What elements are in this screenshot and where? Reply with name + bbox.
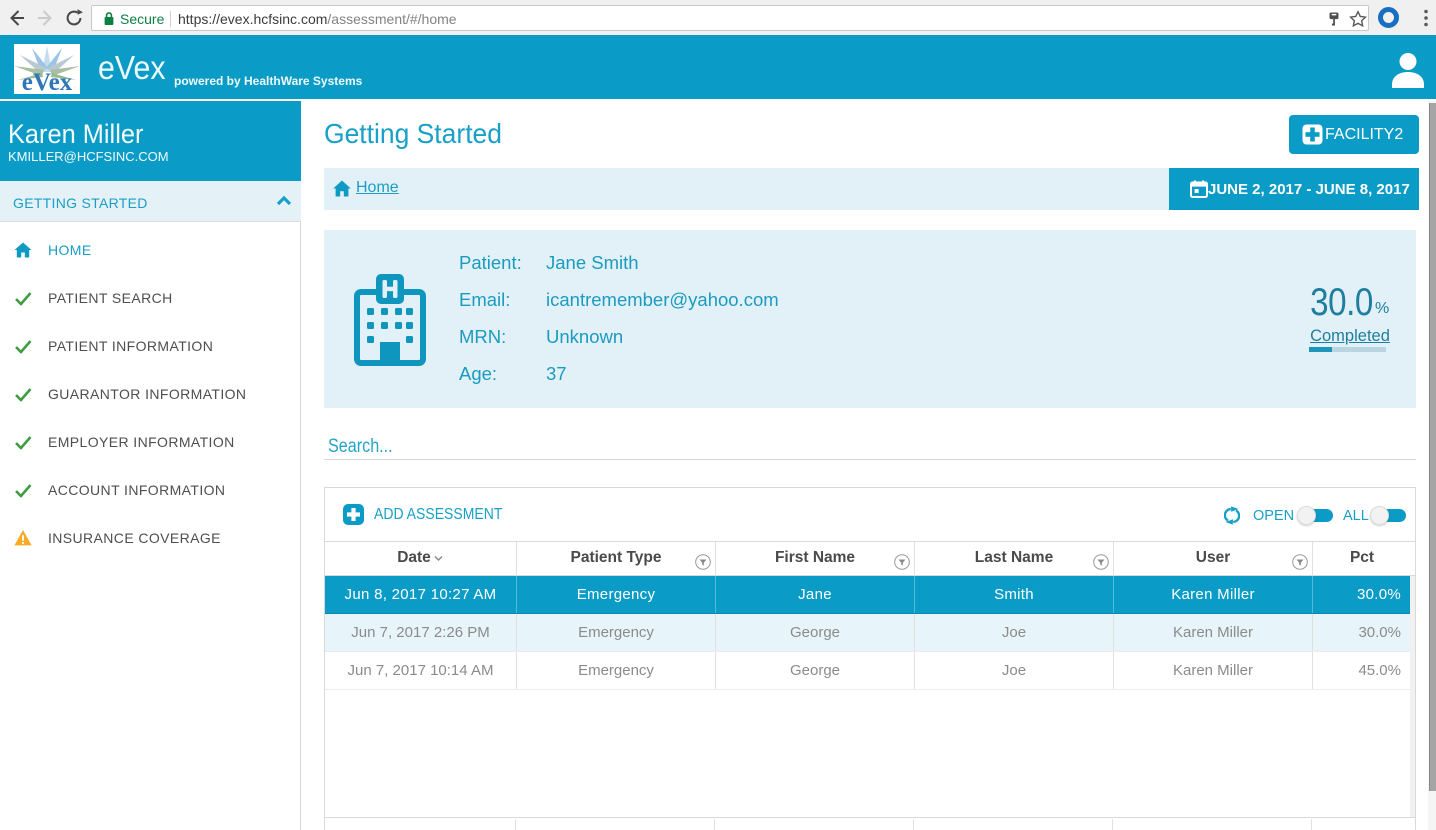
svg-text:eVex: eVex	[22, 69, 73, 94]
